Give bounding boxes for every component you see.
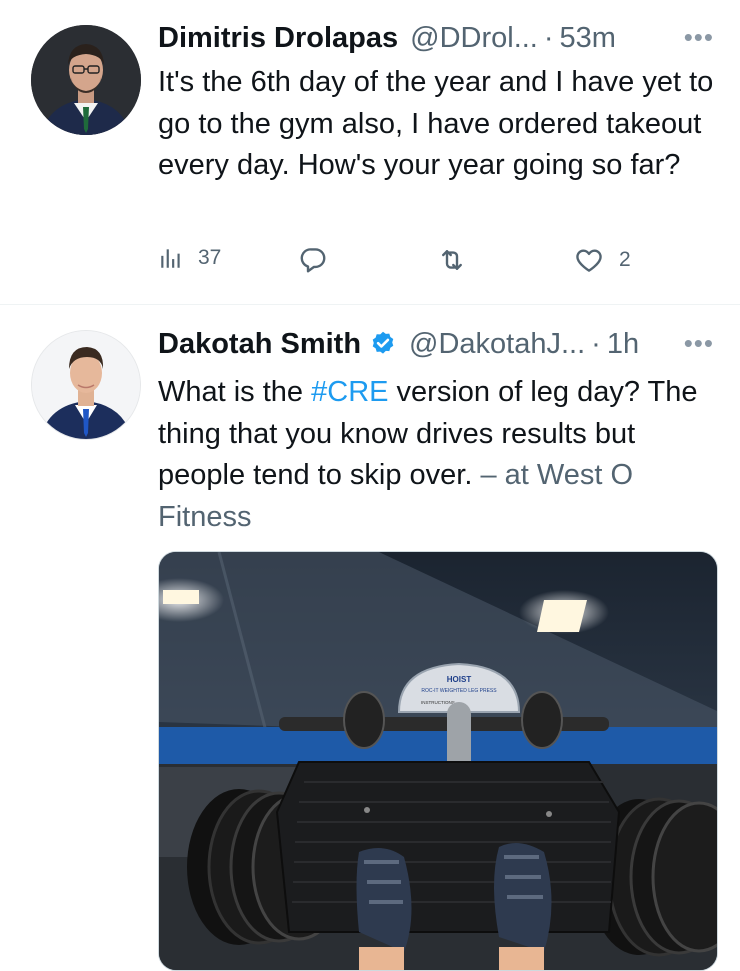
author-handle[interactable]: @DDrol... bbox=[410, 22, 538, 55]
tweet-actions: 37 2 bbox=[158, 245, 658, 285]
tweet-dimitris[interactable]: Dimitris Drolapas @DDrol... · 53m ••• It… bbox=[0, 0, 740, 305]
avatar-dakotah[interactable] bbox=[31, 330, 141, 440]
like-icon bbox=[576, 249, 602, 272]
views-count: 37 bbox=[198, 246, 222, 269]
tweet-dakotah[interactable]: Dakotah Smith @DakotahJ... · 1h ••• What… bbox=[0, 306, 740, 971]
avatar-dimitris[interactable] bbox=[31, 25, 141, 135]
author-name[interactable]: Dimitris Drolapas bbox=[158, 22, 398, 55]
more-icon[interactable]: ••• bbox=[684, 328, 714, 359]
tweet-text: It's the 6th day of the year and I have … bbox=[158, 66, 714, 181]
verified-badge-icon bbox=[372, 331, 394, 354]
analytics-icon bbox=[161, 249, 180, 268]
author-handle[interactable]: @DakotahJ... bbox=[409, 328, 585, 361]
separator: · bbox=[543, 21, 554, 54]
likes-count: 2 bbox=[619, 248, 631, 271]
retweet-button[interactable] bbox=[436, 245, 468, 275]
like-button[interactable]: 2 bbox=[573, 245, 631, 275]
reply-button[interactable] bbox=[298, 245, 328, 275]
timestamp[interactable]: 53m bbox=[560, 22, 616, 55]
retweet-icon bbox=[442, 250, 462, 270]
placard-title: INSTRUCTIONS bbox=[421, 700, 455, 705]
timestamp[interactable]: 1h bbox=[607, 328, 639, 361]
tweet-text: What is the #CRE version of leg day? The… bbox=[158, 372, 718, 538]
tweet-divider bbox=[0, 304, 740, 305]
analytics-button[interactable]: 37 bbox=[158, 245, 221, 271]
separator: · bbox=[591, 327, 601, 360]
reply-icon bbox=[300, 248, 326, 273]
machine-brand: HOIST bbox=[447, 675, 472, 684]
more-icon[interactable]: ••• bbox=[684, 22, 714, 53]
machine-model: ROC-IT WEIGHTED LEG PRESS bbox=[421, 688, 497, 694]
leg-press-photo: HOIST ROC-IT WEIGHTED LEG PRESS INSTRUCT… bbox=[159, 552, 717, 970]
tweet-text-part: What is the bbox=[158, 376, 312, 408]
tweet-photo[interactable]: HOIST ROC-IT WEIGHTED LEG PRESS INSTRUCT… bbox=[158, 551, 718, 971]
author-name[interactable]: Dakotah Smith bbox=[158, 328, 361, 361]
hashtag-link[interactable]: #CRE bbox=[311, 376, 388, 408]
